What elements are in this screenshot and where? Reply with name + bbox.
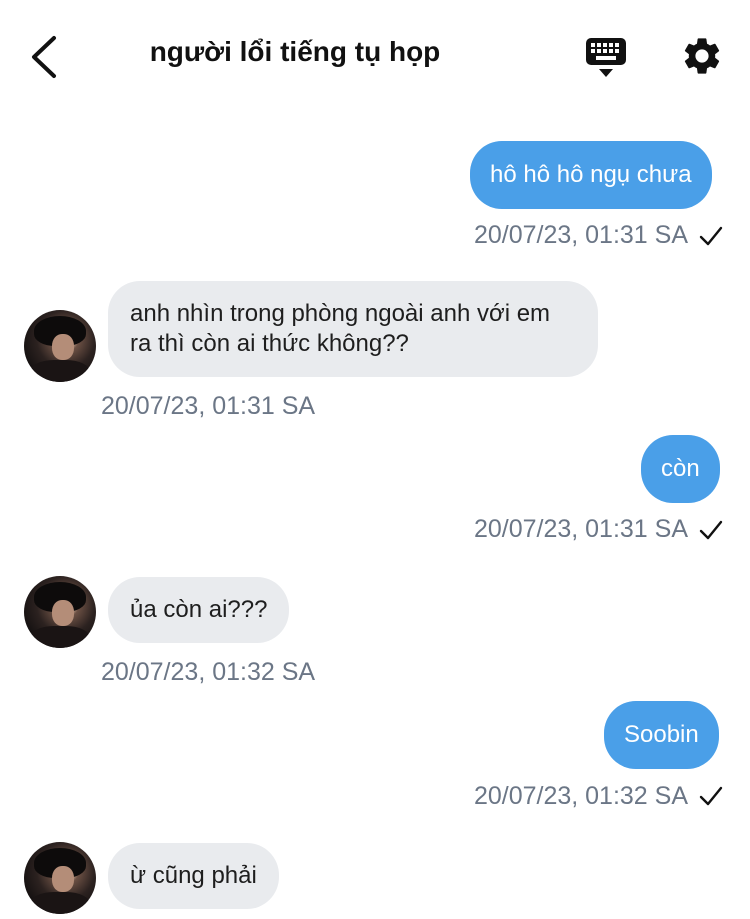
contact-avatar[interactable]: [24, 842, 96, 914]
keyboard-button[interactable]: [584, 36, 628, 80]
settings-button[interactable]: [680, 34, 724, 78]
gear-icon: [684, 38, 720, 74]
contact-avatar[interactable]: [24, 576, 96, 648]
chat-title: người lổi tiếng tụ họp: [149, 36, 441, 67]
message-timestamp: 20/07/23, 01:32 SA: [101, 658, 316, 686]
read-check-icon: [699, 520, 723, 540]
incoming-message-bubble[interactable]: anh nhìn trong phòng ngoài anh với em ra…: [108, 281, 598, 377]
message-timestamp: 20/07/23, 01:31 SA: [473, 515, 688, 543]
contact-avatar[interactable]: [24, 310, 96, 382]
incoming-message-bubble[interactable]: ủa còn ai???: [108, 577, 290, 643]
message-timestamp: 20/07/23, 01:31 SA: [473, 221, 688, 249]
outgoing-message-bubble[interactable]: hô hô hô ngụ chưa: [470, 141, 712, 209]
keyboard-icon: [586, 38, 626, 77]
message-timestamp: 20/07/23, 01:32 SA: [473, 782, 688, 810]
read-check-icon: [699, 786, 723, 806]
outgoing-message-bubble[interactable]: Soobin: [604, 701, 719, 769]
outgoing-message-bubble[interactable]: còn: [641, 435, 720, 503]
read-check-icon: [699, 226, 723, 246]
message-timestamp: 20/07/23, 01:31 SA: [101, 392, 316, 420]
chat-header: người lổi tiếng tụ họp: [0, 0, 750, 110]
incoming-message-bubble[interactable]: ừ cũng phải: [108, 843, 279, 909]
